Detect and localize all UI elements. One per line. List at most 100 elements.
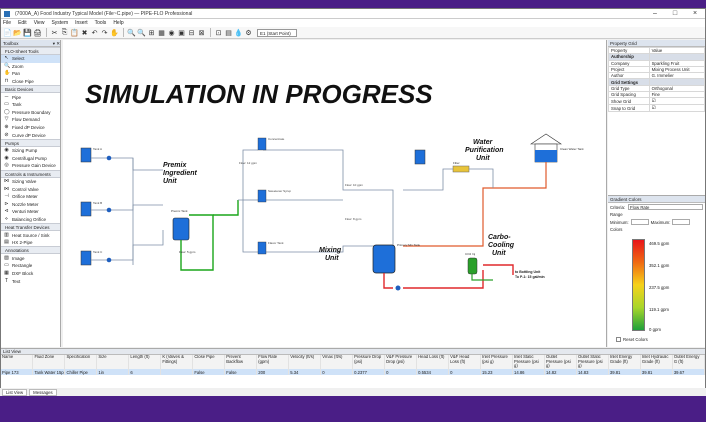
product-pump[interactable] xyxy=(395,285,401,291)
water-source-pipes[interactable] xyxy=(403,168,494,191)
column-header[interactable]: V&F Head Loss (ft) xyxy=(448,355,482,369)
toolbox-section-header[interactable]: Heat Transfer Devices xyxy=(1,223,60,232)
toolbox-section-header[interactable]: Basic Devices xyxy=(1,85,60,94)
property-row[interactable]: Show Grid ☑ xyxy=(608,97,705,106)
menu-view[interactable]: View xyxy=(34,20,45,26)
toolbox-item[interactable]: ⊓ Close Pipe xyxy=(1,78,60,86)
toolbar-icon-7[interactable]: ✖ xyxy=(80,28,89,37)
menu-tools[interactable]: Tools xyxy=(95,20,107,26)
property-value[interactable]: ☑ xyxy=(648,104,705,113)
close-button[interactable]: × xyxy=(685,9,705,19)
toolbox-item[interactable]: ⋈ Sizing Valve xyxy=(1,178,60,186)
toolbar-icon-9[interactable]: ↷ xyxy=(100,28,109,37)
menu-system[interactable]: System xyxy=(51,20,68,26)
toolbar-icon-6[interactable]: 📋 xyxy=(70,28,79,37)
toolbox-item[interactable]: ↖ Select xyxy=(1,55,60,63)
column-header[interactable]: V&F Pressure Drop (psi) xyxy=(384,355,418,369)
toolbox-item[interactable]: ⊳ Nozzle Meter xyxy=(1,201,60,209)
toolbox-item[interactable]: ◉ Centrifugal Pump xyxy=(1,155,60,163)
maximum-input[interactable] xyxy=(672,219,691,225)
toolbox-item[interactable]: ▭ Rectangle xyxy=(1,262,60,270)
premix-tank[interactable]: Premix Tank xyxy=(171,209,190,241)
menu-insert[interactable]: Insert xyxy=(75,20,88,26)
column-header[interactable]: Name xyxy=(1,355,34,369)
toolbox-item[interactable]: ◉ Sizing Pump xyxy=(1,147,60,155)
toolbar-icon-4[interactable]: ✂ xyxy=(50,28,59,37)
property-row[interactable]: Snap to Grid ☑ xyxy=(608,104,705,113)
toolbar-icon-20[interactable]: ▤ xyxy=(224,28,233,37)
column-header[interactable]: Size xyxy=(96,355,130,369)
column-header[interactable]: Inlet Hydraulic Grade (ft) xyxy=(640,355,673,369)
syrup-tank-1[interactable]: Concentrate xyxy=(257,137,285,151)
gradient-color-bar[interactable] xyxy=(632,239,645,331)
toolbox-item[interactable]: ⋈ Control Valve xyxy=(1,185,60,193)
toolbar-icon-22[interactable]: ⚙ xyxy=(244,28,253,37)
menu-help[interactable]: Help xyxy=(113,20,123,26)
toolbox-item[interactable]: ▨ Image xyxy=(1,254,60,262)
criteria-select[interactable]: Flow Rate xyxy=(628,204,703,210)
column-header[interactable]: Flow Rate (gpm) xyxy=(256,355,290,369)
clean-water-tank[interactable]: Clean Water Tank xyxy=(530,133,584,163)
column-header[interactable]: Pressure Drop (psi) xyxy=(352,355,386,369)
primary-mix-tank[interactable]: Primary Mix Tank xyxy=(372,243,420,274)
tank-a[interactable]: Tank A xyxy=(80,147,102,163)
toolbar-icon-12[interactable]: 🔍 xyxy=(137,28,146,37)
toolbox-item[interactable]: ▦ DXF Block xyxy=(1,270,60,278)
toolbox-item[interactable]: ▥ Heat Source / Sink xyxy=(1,231,60,239)
minimum-input[interactable] xyxy=(630,219,649,225)
toolbox-section-header[interactable]: Annotations xyxy=(1,246,60,255)
toolbar-icon-19[interactable]: ⊡ xyxy=(214,28,223,37)
toolbox-section-header[interactable]: Controls & Instruments xyxy=(1,169,60,178)
premix-pipes[interactable] xyxy=(91,157,164,265)
toolbar-icon-16[interactable]: ▣ xyxy=(177,28,186,37)
minimize-button[interactable]: – xyxy=(645,9,665,19)
toolbox-item[interactable]: ⊘ Curve dP Device xyxy=(1,131,60,139)
column-header[interactable]: Length (ft) xyxy=(128,355,162,369)
toolbox-item[interactable]: ⊣ Orifice Meter xyxy=(1,193,60,201)
toolbar-icon-1[interactable]: 📂 xyxy=(13,28,22,37)
zoom-select[interactable]: E1 (Start Point) xyxy=(257,28,297,37)
toolbox-item[interactable]: ⊲ Venturi Meter xyxy=(1,208,60,216)
carbonator[interactable]: CO2 Inj xyxy=(465,252,478,275)
toolbox-item[interactable]: T Text xyxy=(1,277,60,285)
toolbox-item[interactable]: ⊕ Fixed dP Device xyxy=(1,124,60,132)
menu-edit[interactable]: Edit xyxy=(18,20,27,26)
column-header[interactable]: Vmax (ft/s) xyxy=(320,355,354,369)
toolbox-item[interactable]: ✋ Pan xyxy=(1,70,60,78)
tab-messages[interactable]: Messages xyxy=(29,389,57,396)
column-header[interactable]: Inlet Pressure (psi g) xyxy=(480,355,513,369)
column-header[interactable]: Outlet Static Pressure (psi g) xyxy=(576,355,609,369)
toolbar-icon-11[interactable]: 🔍 xyxy=(127,28,136,37)
toolbar-icon-17[interactable]: ⊟ xyxy=(187,28,196,37)
toolbar-icon-13[interactable]: ⊞ xyxy=(147,28,156,37)
tank-c[interactable]: Tank C xyxy=(80,250,103,266)
toolbar-icon-18[interactable]: ⊠ xyxy=(197,28,206,37)
premix-pumps[interactable] xyxy=(106,155,112,263)
toolbar-icon-2[interactable]: 💾 xyxy=(23,28,32,37)
toolbox-section-header[interactable]: Pumps xyxy=(1,138,60,147)
toolbox-item[interactable]: ▽ Flow Demand xyxy=(1,116,60,124)
cooling-loop[interactable] xyxy=(180,200,239,271)
toolbox-pin-icon[interactable]: ▾ ✕ xyxy=(53,40,60,46)
product-pipes[interactable] xyxy=(383,264,514,289)
column-header[interactable]: Prevent Backflow xyxy=(224,355,258,369)
water-filter[interactable]: Filter xyxy=(452,161,470,173)
column-header[interactable]: Specification xyxy=(64,355,98,369)
flo-sheet-drawing[interactable]: SIMULATION IN PROGRESS Tank A Tank B Tan… xyxy=(63,40,607,347)
flo-sheet-canvas[interactable]: SIMULATION IN PROGRESS Tank A Tank B Tan… xyxy=(63,40,607,347)
toolbar-icon-10[interactable]: ✋ xyxy=(110,28,119,37)
maximize-button[interactable]: □ xyxy=(665,9,685,19)
reset-colors-button[interactable]: Reset Colors xyxy=(616,337,648,342)
column-header[interactable]: Velocity (ft/s) xyxy=(288,355,322,369)
tank-b[interactable]: Tank B xyxy=(80,201,102,217)
toolbar-icon-5[interactable]: ⎘ xyxy=(60,28,69,37)
toolbar-icon-21[interactable]: 💧 xyxy=(234,28,243,37)
toolbox-item[interactable]: ◎ Pressure Gain Device xyxy=(1,162,60,170)
toolbar-icon-15[interactable]: ◉ xyxy=(167,28,176,37)
menu-file[interactable]: File xyxy=(3,20,11,26)
toolbox-section-header[interactable]: FLO-Sheet Tools xyxy=(1,47,60,55)
column-header[interactable]: Inlet Static Pressure (psi g) xyxy=(512,355,545,369)
toolbar-icon-8[interactable]: ↶ xyxy=(90,28,99,37)
column-header[interactable]: Head Loss (ft) xyxy=(416,355,450,369)
column-header[interactable]: Inlet Energy Grade (ft) xyxy=(608,355,641,369)
